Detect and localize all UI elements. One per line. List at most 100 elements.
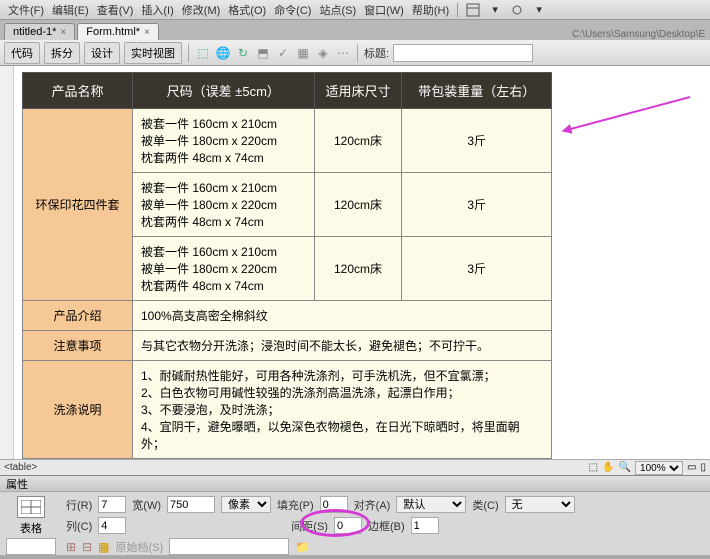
cols-label: 列(C) [66,518,92,534]
rows-label: 行(R) [66,497,92,513]
space-input[interactable] [334,517,362,534]
convert-icon[interactable]: ▦ [98,540,109,554]
split-view-button[interactable]: 拆分 [44,42,80,64]
globe-icon[interactable]: 🌐 [215,45,231,61]
menu-bar: 文件(F) 编辑(E) 查看(V) 插入(I) 修改(M) 格式(O) 命令(C… [0,0,710,20]
tag-selector-bar: <table> ⬚ ✋ 🔍 100% ▭ ▯ [0,459,710,475]
zoom-select[interactable]: 100% [635,461,683,475]
width-label: 宽(W) [132,497,161,513]
align-label: 对齐(A) [354,497,391,513]
tag-path[interactable]: <table> [4,462,37,473]
hand-tool-icon[interactable]: ✋ [602,462,614,473]
design-canvas[interactable]: 产品名称 尺码（误差 ±5cm） 适用床尺寸 带包装重量（左右） 环保印花四件套… [0,66,710,459]
title-label: 标题: [364,45,389,61]
cell-weight: 3斤 [402,173,552,237]
tab-form[interactable]: Form.html* × [77,23,159,40]
cell-spec: 被套一件 160cm x 210cm被单一件 180cm x 220cm枕套两件… [133,109,315,173]
border-label: 边框(B) [368,518,405,534]
border-input[interactable] [411,517,439,534]
menu-view[interactable]: 查看(V) [97,2,134,18]
menu-site[interactable]: 站点(S) [319,2,356,18]
options-icon[interactable]: ▦ [295,45,311,61]
cell-product-name: 环保印花四件套 [23,109,133,301]
tab-label: Form.html* [86,26,140,38]
clear-row-heights-icon[interactable]: ⊟ [82,540,92,554]
tab-label: ntitled-1* [13,26,56,38]
divider [457,3,458,17]
inspect-icon[interactable]: ⬚ [195,45,211,61]
layout-icon[interactable] [466,3,480,17]
cell-notice: 与其它衣物分开洗涤；浸泡时间不能太长，避免褪色；不可拧干。 [133,331,552,361]
file-path: C:\Users\Samsung\Desktop\E [572,29,705,40]
class-label: 类(C) [472,497,498,513]
clear-col-widths-icon[interactable]: ⊞ [66,540,76,554]
document-toolbar: 代码 拆分 设计 实时视图 ⬚ 🌐 ↻ ⬒ ✓ ▦ ◈ ⋯ 标题: [0,40,710,66]
cell-bed: 120cm床 [314,173,402,237]
zoom-tool-icon[interactable]: 🔍 [619,462,631,473]
cell-wash: 1、耐碱耐热性能好，可用各种洗涤剂，可手洗机洗，但不宜氯漂；2、白色衣物可用碱性… [133,361,552,459]
menu-window[interactable]: 窗口(W) [364,2,404,18]
dropdown-icon[interactable]: ▾ [532,3,546,17]
dropdown-icon[interactable]: ▾ [488,3,502,17]
element-type: 表格 [20,520,42,536]
device-icon[interactable]: ▯ [700,462,706,473]
more-icon[interactable]: ⋯ [335,45,351,61]
class-select[interactable]: 无 [505,496,575,513]
th-weight: 带包装重量（左右） [402,73,552,109]
cell-intro-label: 产品介绍 [23,301,133,331]
properties-header[interactable]: 属性 [0,476,710,492]
menu-format[interactable]: 格式(O) [228,2,266,18]
cell-notice-label: 注意事项 [23,331,133,361]
visual-aids-icon[interactable]: ◈ [315,45,331,61]
th-name: 产品名称 [23,73,133,109]
nav-icon[interactable]: ⬒ [255,45,271,61]
cell-weight: 3斤 [402,109,552,173]
id-input[interactable] [6,538,56,555]
tab-untitled[interactable]: ntitled-1* × [4,23,75,40]
th-bed: 适用床尺寸 [314,73,402,109]
divider [357,44,358,62]
cell-bed: 120cm床 [314,237,402,301]
window-size-icon[interactable]: ▭ [687,462,696,473]
design-view-button[interactable]: 设计 [84,42,120,64]
live-view-button[interactable]: 实时视图 [124,42,182,64]
cols-input[interactable] [98,517,126,534]
width-input[interactable] [167,496,215,513]
menu-command[interactable]: 命令(C) [274,2,311,18]
th-size: 尺码（误差 ±5cm） [133,73,315,109]
pad-label: 填充(P) [277,497,314,513]
width-unit-select[interactable]: 像素 [221,496,271,513]
close-icon[interactable]: × [60,27,66,38]
cell-wash-label: 洗涤说明 [23,361,133,459]
align-select[interactable]: 默认 [396,496,466,513]
title-input[interactable] [393,44,533,62]
src-input[interactable] [169,538,289,555]
menu-modify[interactable]: 修改(M) [182,2,221,18]
menu-edit[interactable]: 编辑(E) [52,2,89,18]
menu-file[interactable]: 文件(F) [8,2,44,18]
close-icon[interactable]: × [144,27,150,38]
select-tool-icon[interactable]: ⬚ [589,462,598,473]
cell-intro: 100%高支高密全棉斜纹 [133,301,552,331]
table-icon [17,496,45,518]
cell-bed: 120cm床 [314,109,402,173]
src-label: 原始档(S) [115,539,163,555]
menu-help[interactable]: 帮助(H) [412,2,449,18]
code-view-button[interactable]: 代码 [4,42,40,64]
product-table[interactable]: 产品名称 尺码（误差 ±5cm） 适用床尺寸 带包装重量（左右） 环保印花四件套… [22,72,552,459]
document-tabs: ntitled-1* × Form.html* × C:\Users\Samsu… [0,20,710,40]
vertical-ruler [0,66,14,459]
properties-panel: 属性 表格 行(R) 宽(W) 像素 填充(P) 对齐(A) 默认 类(C) 无… [0,475,710,555]
validate-icon[interactable]: ✓ [275,45,291,61]
menu-insert[interactable]: 插入(I) [141,2,173,18]
refresh-icon[interactable]: ↻ [235,45,251,61]
cell-spec: 被套一件 160cm x 210cm被单一件 180cm x 220cm枕套两件… [133,173,315,237]
folder-icon[interactable]: 📁 [295,540,310,554]
cell-spec: 被套一件 160cm x 210cm被单一件 180cm x 220cm枕套两件… [133,237,315,301]
pad-input[interactable] [320,496,348,513]
space-label: 间距(S) [291,518,328,534]
rows-input[interactable] [98,496,126,513]
cell-weight: 3斤 [402,237,552,301]
divider [188,44,189,62]
tool-icon[interactable] [510,3,524,17]
